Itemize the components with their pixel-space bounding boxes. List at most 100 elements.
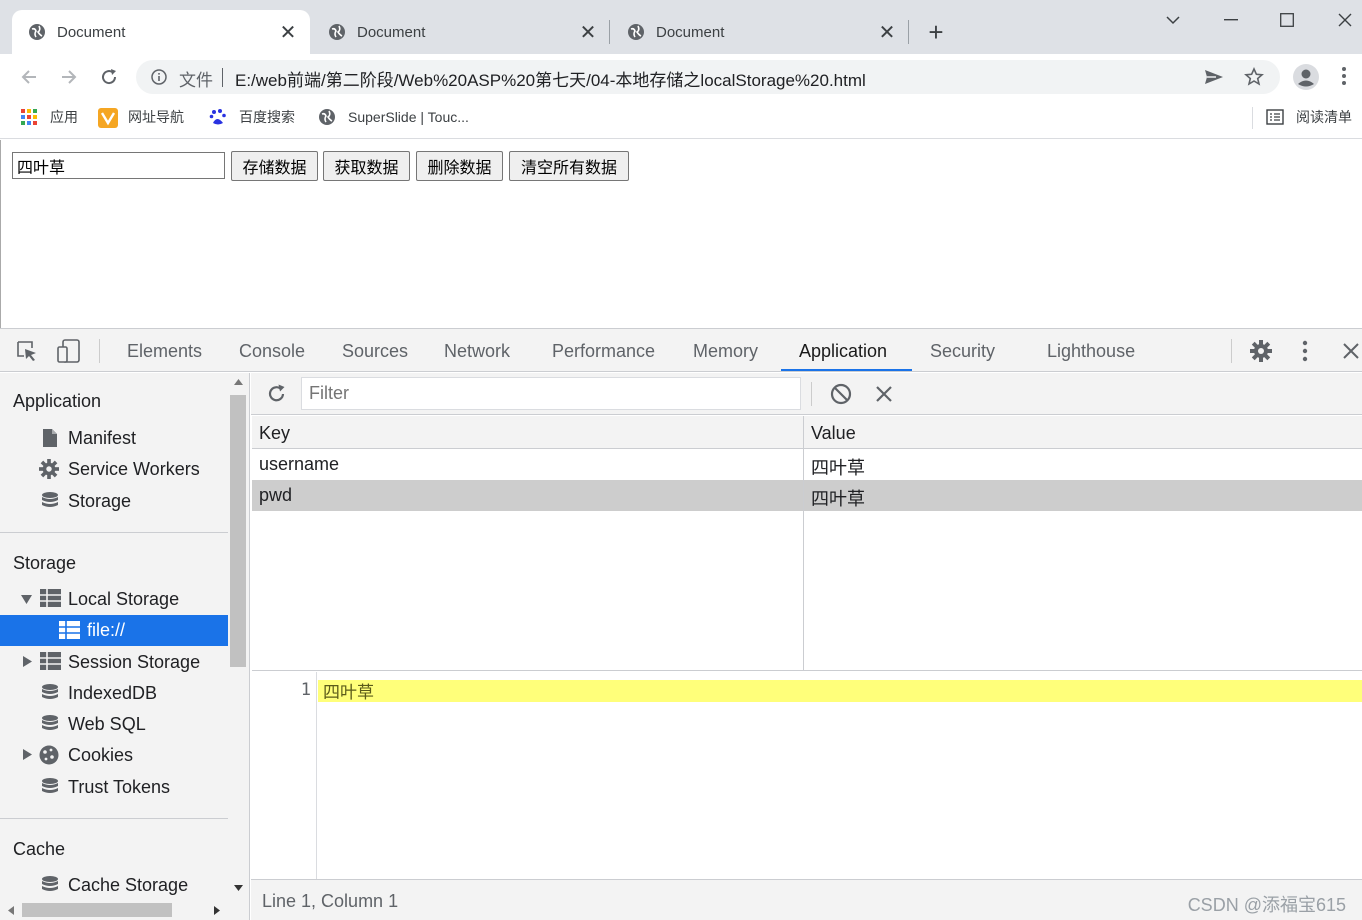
table-row-selected[interactable]: pwd 四叶草 — [252, 480, 1362, 511]
url-text[interactable]: E:/web前端/第二阶段/Web%20ASP%20第七天/04-本地存储之lo… — [235, 66, 866, 91]
row-key: username — [259, 454, 340, 474]
tab-performance[interactable]: Performance — [552, 341, 655, 362]
row-value: 四叶草 — [811, 458, 865, 478]
bookmark-baidu[interactable]: 百度搜索 — [209, 107, 295, 127]
inspect-element-icon[interactable] — [15, 339, 39, 363]
minimize-icon[interactable] — [1216, 6, 1246, 34]
scheme-label: 文件 — [179, 71, 213, 90]
tab-elements[interactable]: Elements — [127, 341, 202, 362]
close-devtools-icon[interactable] — [1342, 342, 1360, 360]
sidebar-item-local-storage[interactable]: Local Storage — [0, 584, 228, 615]
sidebar-item-label: Cookies — [68, 745, 134, 765]
bookmark-label: 百度搜索 — [239, 109, 295, 125]
tab-network[interactable]: Network — [444, 341, 510, 362]
sidebar-horizontal-scrollbar[interactable] — [0, 899, 228, 920]
delete-selected-icon[interactable] — [875, 385, 893, 403]
sidebar-item-web-sql[interactable]: Web SQL — [0, 709, 228, 740]
sidebar-item-manifest[interactable]: Manifest — [0, 423, 228, 454]
browser-tab-1[interactable]: Document ✕ — [12, 10, 310, 54]
remove-data-button[interactable]: 删除数据 — [416, 151, 503, 181]
sidebar-item-label: Storage — [68, 491, 132, 511]
scroll-left-icon[interactable] — [8, 906, 14, 915]
browser-tab-title: Document — [57, 23, 126, 41]
sidebar-item-label: Trust Tokens — [68, 777, 171, 797]
application-sidebar: Application Manifest Service Workers Sto… — [0, 373, 250, 920]
collapsed-arrow-icon[interactable] — [23, 656, 32, 667]
database-icon — [40, 777, 60, 797]
sidebar-item-service-workers[interactable]: Service Workers — [0, 454, 228, 485]
tab-lighthouse[interactable]: Lighthouse — [1047, 341, 1135, 362]
sidebar-item-indexeddb[interactable]: IndexedDB — [0, 678, 228, 709]
send-icon[interactable] — [1204, 68, 1224, 86]
new-tab-icon[interactable]: + — [924, 17, 948, 47]
bookmark-apps[interactable]: 应用 — [20, 107, 78, 127]
globe-icon — [28, 23, 46, 41]
store-data-button[interactable]: 存储数据 — [231, 151, 318, 181]
tab-separator — [609, 20, 610, 44]
scroll-right-icon[interactable] — [214, 906, 220, 915]
browser-tab-3[interactable]: Document ✕ — [611, 10, 909, 54]
collapsed-arrow-icon[interactable] — [23, 749, 32, 760]
browser-tab-2[interactable]: Document ✕ — [312, 10, 610, 54]
reload-icon[interactable] — [96, 64, 122, 90]
forward-icon[interactable] — [56, 64, 82, 90]
get-data-button[interactable]: 获取数据 — [323, 151, 410, 181]
bookmarks-separator — [1252, 107, 1253, 129]
browser-tab-title: Document — [656, 23, 725, 41]
address-bar[interactable]: 文件 E:/web前端/第二阶段/Web%20ASP%20第七天/04-本地存储… — [136, 60, 1280, 94]
bookmark-label: SuperSlide | Touc... — [348, 109, 469, 125]
devtools-more-icon[interactable] — [1302, 340, 1308, 362]
gear-icon[interactable] — [1250, 340, 1272, 362]
tab-console[interactable]: Console — [239, 341, 305, 362]
reading-list[interactable]: 阅读清单 — [1266, 107, 1352, 127]
expanded-arrow-icon[interactable] — [21, 595, 32, 604]
sidebar-item-label: Session Storage — [68, 652, 201, 672]
value-preview: 1 四叶草 — [251, 672, 1362, 879]
data-input[interactable] — [12, 152, 225, 179]
scroll-down-icon[interactable] — [234, 885, 243, 891]
bookmark-superslide[interactable]: SuperSlide | Touc... — [318, 107, 469, 127]
refresh-icon[interactable] — [266, 383, 287, 404]
column-header-key[interactable]: Key — [252, 416, 803, 449]
tab-sources[interactable]: Sources — [342, 341, 408, 362]
scrollbar-thumb[interactable] — [22, 903, 172, 917]
sidebar-item-cookies[interactable]: Cookies — [0, 740, 228, 771]
tab-memory[interactable]: Memory — [693, 341, 758, 362]
tab-security[interactable]: Security — [930, 341, 995, 362]
bookmark-nav[interactable]: 网址导航 — [98, 107, 184, 128]
maximize-icon[interactable] — [1272, 6, 1302, 34]
sidebar-item-trust-tokens[interactable]: Trust Tokens — [0, 772, 228, 803]
sidebar-item-file-origin[interactable]: file:// — [0, 615, 228, 646]
back-icon[interactable] — [16, 64, 42, 90]
preview-text[interactable]: 四叶草 — [323, 678, 374, 703]
column-header-value[interactable]: Value — [804, 416, 1362, 449]
nav-bookmark-icon — [98, 108, 118, 128]
profile-avatar-icon[interactable] — [1292, 63, 1320, 91]
close-window-icon[interactable] — [1330, 6, 1360, 34]
line-number: 1 — [300, 680, 311, 700]
device-toolbar-icon[interactable] — [56, 339, 82, 363]
more-menu-icon[interactable] — [1341, 66, 1347, 86]
table-row[interactable]: username 四叶草 — [252, 449, 1362, 480]
bookmark-star-icon[interactable] — [1244, 67, 1264, 87]
globe-icon — [627, 23, 645, 41]
tab-search-icon[interactable] — [1158, 6, 1188, 34]
devtools-panel: Elements Console Sources Network Perform… — [0, 328, 1362, 920]
clear-all-icon[interactable] — [830, 383, 852, 405]
tab-application[interactable]: Application — [799, 341, 887, 362]
close-tab-icon[interactable]: ✕ — [877, 20, 897, 45]
watermark: CSDN @添福宝615 — [1187, 895, 1346, 915]
sidebar-item-session-storage[interactable]: Session Storage — [0, 647, 228, 678]
sidebar-item-storage[interactable]: Storage — [0, 486, 228, 517]
info-icon[interactable] — [151, 69, 167, 85]
storage-main-panel: Key Value username 四叶草 pwd 四叶草 1 四叶草 — [251, 373, 1362, 920]
close-tab-icon[interactable]: ✕ — [278, 20, 298, 45]
sidebar-vertical-scrollbar[interactable] — [228, 373, 249, 920]
clear-all-button[interactable]: 清空所有数据 — [509, 151, 629, 181]
filter-input[interactable] — [301, 377, 801, 410]
close-tab-icon[interactable]: ✕ — [578, 20, 598, 45]
sidebar-item-cache-storage[interactable]: Cache Storage — [0, 870, 228, 901]
bookmark-label: 应用 — [50, 109, 78, 125]
scroll-up-icon[interactable] — [234, 379, 243, 385]
scrollbar-thumb[interactable] — [230, 395, 246, 667]
